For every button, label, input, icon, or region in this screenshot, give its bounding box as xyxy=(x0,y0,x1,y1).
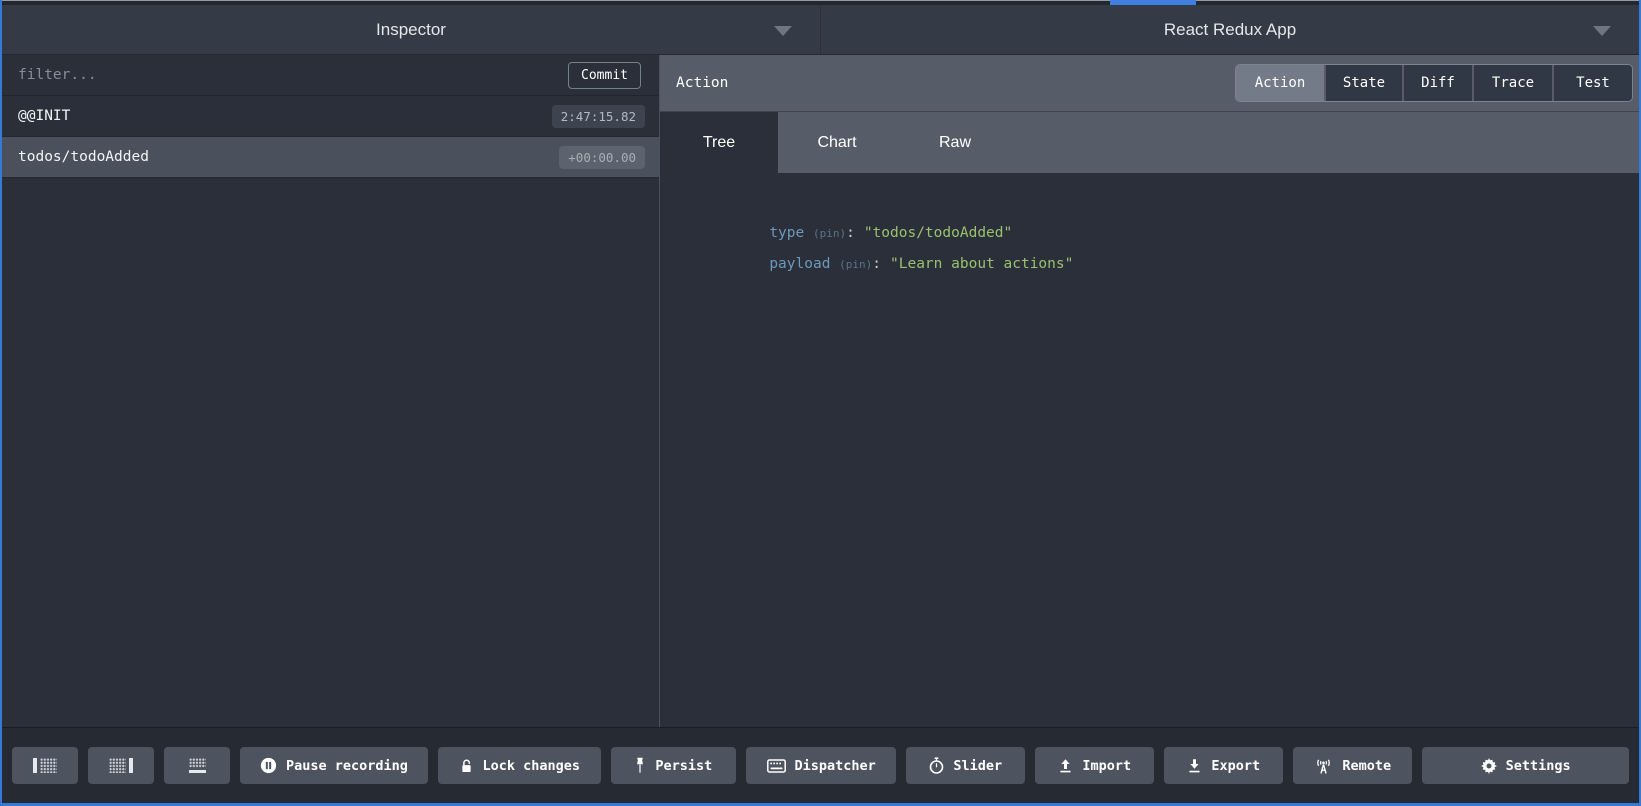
tree-colon: : xyxy=(846,225,855,241)
commit-button[interactable]: Commit xyxy=(568,62,641,89)
button-label: Slider xyxy=(953,758,1002,774)
action-tree-view: type (pin):"todos/todoAdded" payload (pi… xyxy=(660,173,1639,727)
export-button[interactable]: Export xyxy=(1164,747,1283,784)
redux-devtools-window: Inspector React Redux App Commit @@INIT … xyxy=(0,0,1641,806)
action-name: @@INIT xyxy=(18,108,70,124)
layout-right-icon xyxy=(109,758,133,773)
pin-icon xyxy=(634,757,646,774)
preview-title: Action xyxy=(676,75,728,91)
pin-link[interactable]: (pin) xyxy=(813,227,846,240)
monitor-header: Inspector React Redux App xyxy=(2,5,1639,55)
settings-button[interactable]: Settings xyxy=(1422,747,1629,784)
subtab-raw[interactable]: Raw xyxy=(896,112,1014,173)
button-label: Import xyxy=(1082,758,1131,774)
slider-button[interactable]: Slider xyxy=(906,747,1025,784)
layout-bottom-icon xyxy=(189,758,206,774)
button-label: Lock changes xyxy=(483,758,581,774)
layout-bottom-button[interactable] xyxy=(164,747,230,784)
main-split: Commit @@INIT 2:47:15.82 todos/todoAdded… xyxy=(2,55,1639,727)
tab-state[interactable]: State xyxy=(1324,65,1402,101)
filter-row: Commit xyxy=(2,55,659,96)
persist-button[interactable]: Persist xyxy=(611,747,736,784)
subtab-tree[interactable]: Tree xyxy=(660,112,778,173)
action-row-todo-added[interactable]: todos/todoAdded +00:00.00 xyxy=(2,137,659,178)
monitor-select[interactable]: Inspector xyxy=(2,5,821,54)
button-label: Pause recording xyxy=(286,758,408,774)
chevron-down-icon xyxy=(774,26,792,36)
layout-left-icon xyxy=(33,758,57,773)
lock-changes-button[interactable]: Lock changes xyxy=(438,747,601,784)
button-label: Settings xyxy=(1506,758,1571,774)
action-preview-panel: Action Action State Diff Trace Test Tree… xyxy=(660,55,1639,727)
pause-recording-button[interactable]: Pause recording xyxy=(240,747,428,784)
stopwatch-icon xyxy=(929,757,944,774)
import-button[interactable]: Import xyxy=(1035,747,1154,784)
monitor-select-label: Inspector xyxy=(376,20,446,40)
instance-select[interactable]: React Redux App xyxy=(821,5,1639,54)
subtab-chart[interactable]: Chart xyxy=(778,112,896,173)
button-label: Dispatcher xyxy=(795,758,876,774)
pause-circle-icon xyxy=(260,757,277,774)
tree-value: "todos/todoAdded" xyxy=(864,225,1012,241)
remote-button[interactable]: Remote xyxy=(1293,747,1412,784)
pin-link[interactable]: (pin) xyxy=(839,258,872,271)
layout-left-button[interactable] xyxy=(12,747,78,784)
chevron-down-icon xyxy=(1593,26,1611,36)
filter-input[interactable] xyxy=(18,67,568,83)
action-timestamp-badge: 2:47:15.82 xyxy=(552,105,645,128)
action-list-panel: Commit @@INIT 2:47:15.82 todos/todoAdded… xyxy=(2,55,660,727)
keyboard-icon xyxy=(767,759,786,773)
preview-tab-group: Action State Diff Trace Test xyxy=(1235,64,1633,102)
button-label: Export xyxy=(1211,758,1260,774)
lock-icon xyxy=(459,758,474,774)
button-label: Persist xyxy=(655,758,712,774)
dispatcher-button[interactable]: Dispatcher xyxy=(746,747,896,784)
preview-header-bar: Action Action State Diff Trace Test xyxy=(660,55,1639,112)
upload-icon xyxy=(1058,758,1073,774)
tree-colon: : xyxy=(872,256,881,272)
download-icon xyxy=(1187,758,1202,774)
instance-select-label: React Redux App xyxy=(1164,20,1296,40)
view-mode-tabs: Tree Chart Raw xyxy=(660,112,1639,173)
broadcast-icon xyxy=(1314,758,1333,774)
gear-icon xyxy=(1481,758,1497,774)
button-label: Remote xyxy=(1342,758,1391,774)
action-row-init[interactable]: @@INIT 2:47:15.82 xyxy=(2,96,659,137)
action-list: @@INIT 2:47:15.82 todos/todoAdded +00:00… xyxy=(2,96,659,727)
tab-trace[interactable]: Trace xyxy=(1472,65,1552,101)
tree-key[interactable]: payload xyxy=(769,256,830,272)
tab-diff[interactable]: Diff xyxy=(1402,65,1472,101)
action-name: todos/todoAdded xyxy=(18,149,149,165)
tree-value: "Learn about actions" xyxy=(890,256,1073,272)
tree-row-type: type (pin):"todos/todoAdded" xyxy=(682,187,1639,218)
tree-key[interactable]: type xyxy=(769,225,804,241)
bottom-toolbar: Pause recording Lock changes Persist Dis… xyxy=(2,727,1639,803)
tab-action[interactable]: Action xyxy=(1236,65,1324,101)
layout-right-button[interactable] xyxy=(88,747,154,784)
tab-test[interactable]: Test xyxy=(1552,65,1632,101)
action-timestamp-badge: +00:00.00 xyxy=(559,146,645,169)
